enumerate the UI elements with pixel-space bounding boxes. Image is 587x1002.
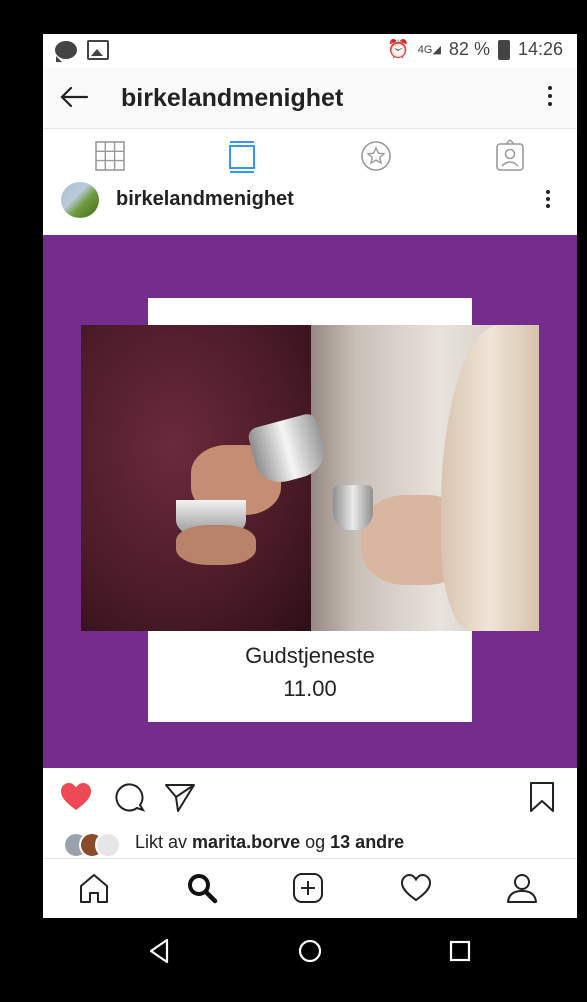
profile-icon xyxy=(507,874,537,903)
comment-button[interactable] xyxy=(113,780,147,814)
nav-search[interactable] xyxy=(185,871,219,905)
paper-plane-icon xyxy=(165,784,195,812)
battery-percent: 82 % xyxy=(448,39,490,59)
more-options-icon[interactable] xyxy=(545,82,555,112)
save-button[interactable] xyxy=(525,780,559,814)
card-title: Gudstjeneste xyxy=(245,643,375,668)
nav-new-post[interactable] xyxy=(291,871,325,905)
profile-tab-row xyxy=(43,128,577,185)
app-header: birkelandmenighet xyxy=(43,68,577,128)
share-button[interactable] xyxy=(163,780,197,814)
home-icon xyxy=(80,874,108,903)
post-image[interactable]: Gudstjeneste 11.00 xyxy=(43,235,577,768)
nav-home[interactable] xyxy=(77,871,111,905)
image-notification-icon xyxy=(87,40,109,60)
heart-filled-icon xyxy=(61,783,91,810)
bookmark-icon xyxy=(530,782,554,812)
tagged-icon xyxy=(496,139,524,171)
likes-prefix: Likt av xyxy=(135,832,188,852)
like-button[interactable] xyxy=(59,780,93,814)
likes-others[interactable]: 13 andre xyxy=(330,832,404,852)
back-arrow-icon[interactable] xyxy=(57,80,91,114)
post-more-options-icon[interactable] xyxy=(545,188,551,214)
likes-text: Likt av marita.borve og 13 andre xyxy=(135,832,404,853)
tab-feed[interactable] xyxy=(225,139,259,173)
post-actions xyxy=(43,768,577,828)
status-time: 14:26 xyxy=(517,39,563,59)
heart-outline-icon xyxy=(400,873,432,902)
tab-tagged[interactable] xyxy=(493,139,527,173)
likes-user[interactable]: marita.borve xyxy=(192,832,300,852)
card-time: 11.00 xyxy=(283,676,337,701)
avatar[interactable] xyxy=(61,182,99,218)
android-navigation-bar xyxy=(43,918,577,988)
likes-summary[interactable]: Likt av marita.borve og 13 andre xyxy=(43,828,577,858)
feed-icon xyxy=(229,141,255,173)
post-header: birkelandmenighet xyxy=(43,182,577,234)
bottom-navigation xyxy=(43,858,577,918)
add-post-icon xyxy=(293,873,323,903)
network-label: 4G xyxy=(417,44,433,56)
network-indicator: 4G◢ xyxy=(417,44,441,56)
nav-activity[interactable] xyxy=(399,871,433,905)
triangle-back-icon xyxy=(149,938,169,964)
communion-photo xyxy=(81,325,539,631)
battery-icon xyxy=(497,39,510,60)
status-bar: ⏰ 4G◢ 82 % 14:26 xyxy=(43,34,577,68)
chat-notification-icon xyxy=(55,41,77,62)
android-home-button[interactable] xyxy=(293,934,327,968)
star-icon xyxy=(361,141,391,171)
android-recents-button[interactable] xyxy=(443,934,477,968)
liker-avatars xyxy=(63,832,125,858)
nav-profile[interactable] xyxy=(505,871,539,905)
tab-grid[interactable] xyxy=(93,139,127,173)
alarm-icon: ⏰ xyxy=(387,39,410,59)
tab-starred[interactable] xyxy=(359,139,393,173)
post-username[interactable]: birkelandmenighet xyxy=(116,188,294,211)
square-recents-icon xyxy=(449,940,471,962)
search-icon xyxy=(188,874,218,904)
likes-connector: og xyxy=(305,832,326,852)
android-back-button[interactable] xyxy=(143,934,177,968)
app-screen: ⏰ 4G◢ 82 % 14:26 birkelandmenighet birke… xyxy=(43,34,577,918)
page-title: birkelandmenighet xyxy=(121,84,344,112)
avatar xyxy=(95,832,121,858)
circle-home-icon xyxy=(298,939,322,963)
comment-icon xyxy=(115,783,146,812)
grid-icon xyxy=(95,141,125,171)
